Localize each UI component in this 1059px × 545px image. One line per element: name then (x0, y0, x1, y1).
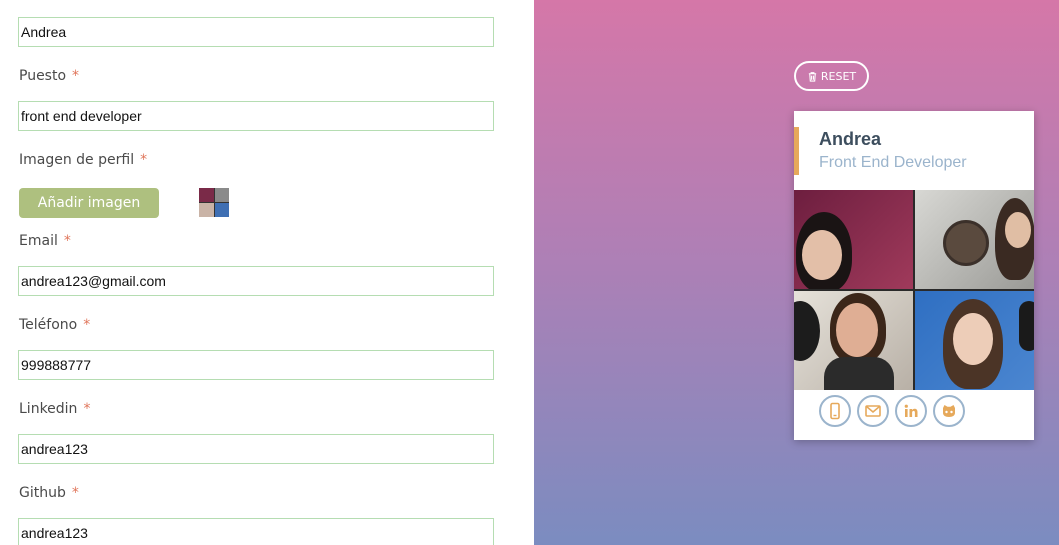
card-name: Andrea (819, 129, 882, 149)
github-input[interactable] (18, 518, 494, 545)
job-label: Puesto * (19, 68, 80, 84)
linkedin-link[interactable] (895, 395, 927, 427)
profile-card: Andrea Front End Developer (794, 111, 1034, 440)
linkedin-label: Linkedin * (19, 401, 91, 417)
github-label: Github * (19, 485, 79, 501)
name-input[interactable] (18, 17, 494, 47)
image-label: Imagen de perfil * (19, 152, 148, 168)
github-link[interactable] (933, 395, 965, 427)
card-social-icons (819, 395, 965, 427)
photo-tile (915, 291, 1034, 390)
mail-icon (865, 405, 881, 417)
card-header: Andrea Front End Developer (794, 127, 1034, 175)
reset-label: RESET (820, 69, 857, 83)
email-input[interactable] (18, 266, 494, 296)
job-input[interactable] (18, 101, 494, 131)
github-icon (943, 405, 955, 417)
card-accent-bar (794, 127, 799, 175)
reset-button[interactable]: RESET (794, 61, 869, 91)
phone-input[interactable] (18, 350, 494, 380)
linkedin-input[interactable] (18, 434, 494, 464)
email-label: Email * (19, 233, 71, 249)
phone-link[interactable] (819, 395, 851, 427)
trash-icon (808, 71, 817, 82)
photo-tile (794, 190, 913, 289)
photo-tile (915, 190, 1034, 289)
preview-panel: RESET Andrea Front End Developer (534, 0, 1059, 545)
add-image-button[interactable]: Añadir imagen (19, 188, 159, 218)
profile-image-thumbnail (199, 188, 229, 217)
mobile-icon (830, 402, 840, 420)
form-panel: Puesto* Imagen de perfil* Añadir imagen … (0, 0, 534, 545)
card-job: Front End Developer (819, 154, 967, 171)
card-photo (794, 190, 1034, 390)
linkedin-icon (904, 404, 918, 417)
photo-tile (794, 291, 913, 390)
email-link[interactable] (857, 395, 889, 427)
phone-label: Teléfono * (19, 317, 91, 333)
